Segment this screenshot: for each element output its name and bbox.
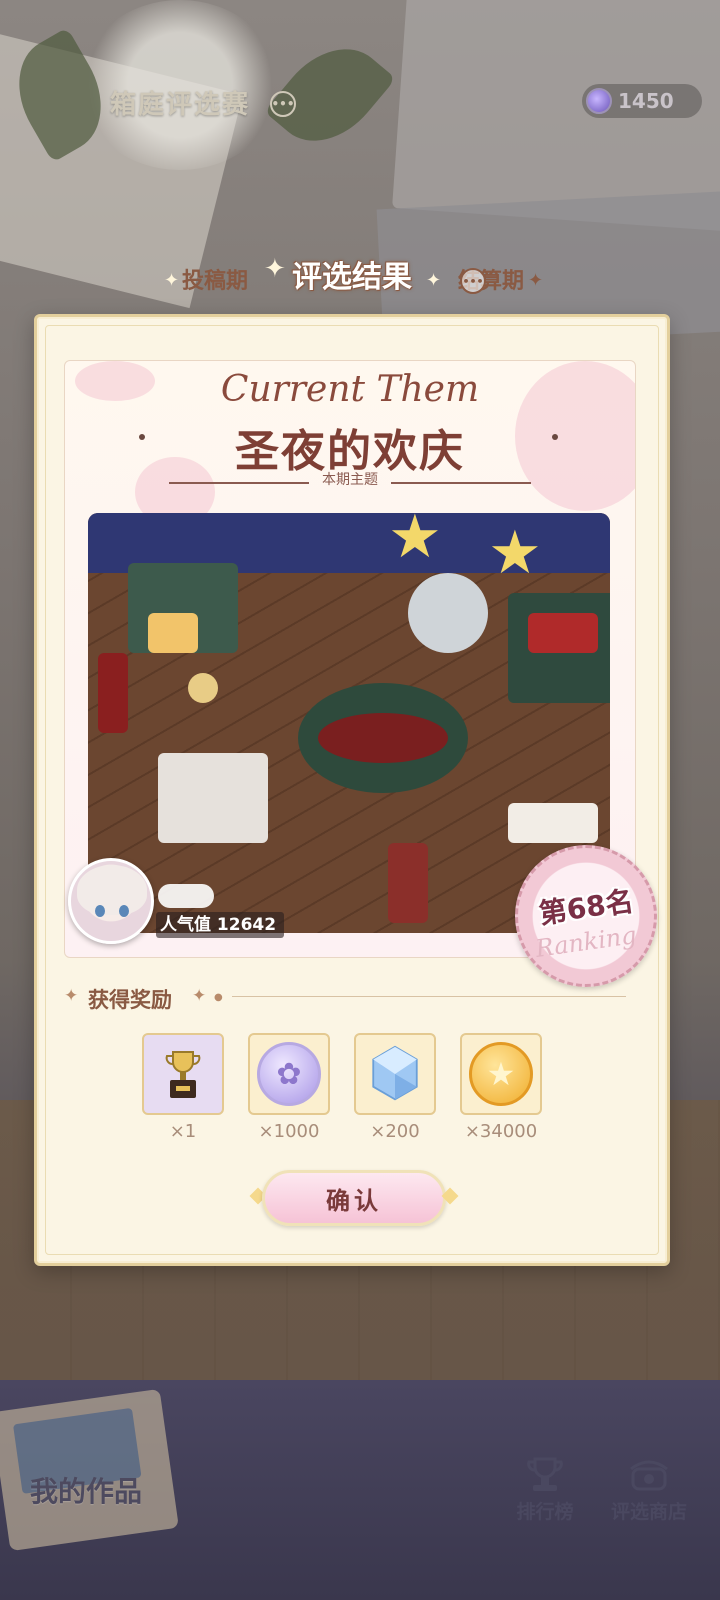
chat-dots-icon[interactable]: ••• bbox=[270, 91, 296, 117]
sleigh bbox=[158, 753, 268, 843]
player-name-redacted bbox=[158, 884, 214, 908]
popularity-badge: 人气值 12642 bbox=[156, 912, 285, 938]
bullet-decor bbox=[552, 434, 558, 440]
reward-count: ×34000 bbox=[464, 1121, 538, 1142]
popularity-label: 人气值 bbox=[160, 915, 211, 935]
sparkle-icon: ✦ bbox=[528, 270, 544, 291]
sparkle-icon: ✦ bbox=[164, 270, 180, 291]
reward-item-trophy[interactable] bbox=[142, 1033, 224, 1115]
divider bbox=[232, 996, 626, 997]
sparkle-icon: ✦ bbox=[192, 986, 207, 1006]
currency-value: 1450 bbox=[618, 89, 674, 113]
ranking-button[interactable]: 排行榜 bbox=[500, 1455, 590, 1535]
reward-item-flower-coin[interactable]: ✿ bbox=[248, 1033, 330, 1115]
rewards-title: 获得奖励 bbox=[88, 988, 172, 1012]
reward-item-crystal[interactable] bbox=[354, 1033, 436, 1115]
theme-subtitle: 本期主题 bbox=[322, 472, 378, 488]
purple-gem-icon bbox=[586, 88, 612, 114]
confirm-button[interactable]: 确认 bbox=[262, 1170, 446, 1226]
reward-item-star-coin[interactable]: ★ bbox=[460, 1033, 542, 1115]
stage-prev: 投稿期 bbox=[182, 269, 249, 294]
star-coin-icon: ★ bbox=[469, 1042, 533, 1106]
bullet-decor: ● bbox=[214, 992, 223, 1003]
poinsettia bbox=[98, 653, 128, 733]
chat-dots-icon[interactable]: ••• bbox=[460, 268, 486, 294]
theme-script-title: Current Them bbox=[220, 369, 480, 410]
harp bbox=[388, 843, 428, 923]
rank-badge: 第68名 Ranking bbox=[515, 845, 657, 987]
trophy-icon bbox=[523, 1455, 567, 1495]
tablecloth bbox=[318, 713, 448, 763]
cat-figure bbox=[188, 673, 218, 703]
bed-blanket bbox=[528, 613, 598, 653]
ranking-label: 排行榜 bbox=[516, 1501, 574, 1523]
shop-icon bbox=[627, 1455, 671, 1495]
trophy-icon bbox=[154, 1045, 212, 1103]
piano bbox=[508, 803, 598, 843]
flower-coin-icon: ✿ bbox=[257, 1042, 321, 1106]
reward-count: ×200 bbox=[370, 1121, 420, 1142]
popularity-value: 12642 bbox=[216, 915, 277, 935]
stage-current: 评选结果 bbox=[292, 260, 412, 295]
sparkle-icon: ✦ bbox=[426, 270, 442, 291]
shop-button[interactable]: 评选商店 bbox=[604, 1455, 694, 1535]
sparkle-icon: ✦ bbox=[64, 986, 79, 1006]
reward-count: ×1000 bbox=[258, 1121, 320, 1142]
player-avatar[interactable] bbox=[68, 858, 154, 944]
currency-display[interactable]: 1450 bbox=[582, 84, 702, 118]
fire-glow bbox=[148, 613, 198, 653]
my-works-button[interactable]: 我的作品 bbox=[30, 1470, 142, 1510]
crystal-icon bbox=[366, 1045, 424, 1103]
shop-label: 评选商店 bbox=[610, 1501, 687, 1523]
reward-count: ×1 bbox=[169, 1121, 197, 1142]
page-title: 箱庭评选赛 bbox=[110, 90, 251, 120]
bullet-decor bbox=[139, 434, 145, 440]
snow-globe bbox=[408, 573, 488, 653]
star-decor: ★ bbox=[388, 513, 442, 572]
